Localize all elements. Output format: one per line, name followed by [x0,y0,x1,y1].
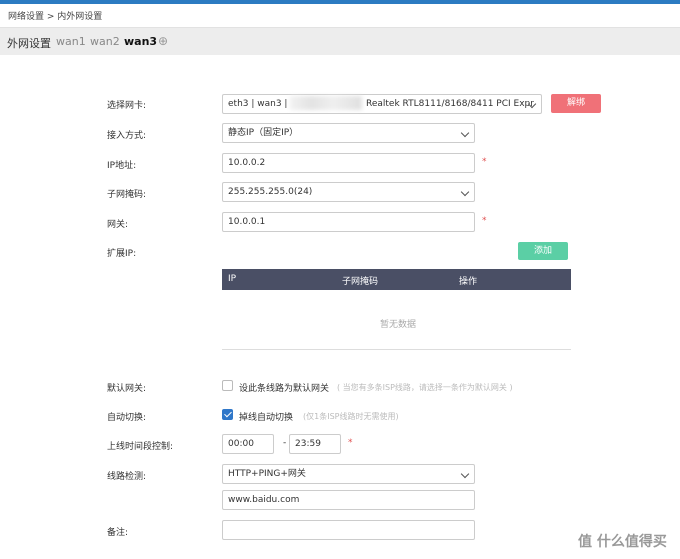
top-accent-bar [0,0,680,4]
breadcrumb: 网络设置 > 内外网设置 [8,12,103,22]
tab-title: 外网设置 [7,37,51,50]
required-mark: * [482,216,487,226]
ext-ip-label: 扩展IP: [107,249,137,259]
watermark-text: 值 什么值得买 [578,534,667,550]
ip-label: IP地址: [107,161,137,171]
nic-label: 选择网卡: [107,101,147,111]
end-time-input[interactable]: 23:59 [289,434,341,454]
tab-wan2[interactable]: wan2 [90,35,120,48]
nic-value-suffix: Realtek RTL8111/8168/8411 PCI Expr [366,99,534,109]
tab-wan1[interactable]: wan1 [56,35,86,48]
auto-switch-label: 自动切换: [107,413,147,423]
column-ip: IP [228,274,237,284]
tab-bar: 外网设置 wan1 wan2 wan3 ⊕ [0,27,680,55]
mask-value: 255.255.255.0(24) [228,187,313,197]
gateway-input[interactable]: 10.0.0.1 [222,212,475,232]
required-mark: * [348,438,353,448]
tab-wan3[interactable]: wan3 [124,35,157,48]
column-action: 操作 [459,277,478,287]
online-time-label: 上线时间段控制: [107,442,174,452]
mask-select[interactable]: 255.255.255.0(24) [222,182,475,202]
auto-switch-checkbox-label: 掉线自动切换 [239,413,294,423]
time-separator: - [283,438,287,448]
empty-table-text: 暂无数据 [380,320,417,330]
chevron-down-icon [460,469,470,479]
redacted-mask [290,96,362,110]
default-gateway-checkbox[interactable] [222,380,233,391]
note-label: 备注: [107,528,129,538]
ext-ip-table-header: IP 子网掩码 操作 [222,269,571,290]
line-check-value: HTTP+PING+网关 [228,469,306,479]
chevron-down-icon [460,128,470,138]
nic-select[interactable]: eth3 | wan3 | Realtek RTL8111/8168/8411 … [222,94,542,114]
add-ext-ip-button[interactable]: 添加 [518,242,568,260]
mask-label: 子网掩码: [107,190,147,200]
auto-switch-checkbox[interactable] [222,409,233,420]
chevron-down-icon [460,187,470,197]
nic-value-prefix: eth3 | wan3 | [228,99,288,109]
default-gateway-hint: ( 当您有多条ISP线路，请选择一条作为默认网关 ) [337,383,513,392]
access-value: 静态IP（固定IP） [228,128,299,138]
default-gateway-checkbox-label: 设此条线路为默认网关 [239,384,330,394]
check-host-input[interactable]: www.baidu.com [222,490,475,510]
add-tab-icon[interactable]: ⊕ [158,34,168,48]
line-check-label: 线路检测: [107,472,147,482]
note-input[interactable] [222,520,475,540]
gateway-label: 网关: [107,220,129,230]
auto-switch-hint: (仅1条ISP线路时无需使用) [303,412,399,421]
access-select[interactable]: 静态IP（固定IP） [222,123,475,143]
ip-input[interactable]: 10.0.0.2 [222,153,475,173]
column-mask: 子网掩码 [342,277,379,287]
required-mark: * [482,157,487,167]
default-gateway-label: 默认网关: [107,384,147,394]
unbind-button[interactable]: 解绑 [551,94,601,113]
divider [222,349,571,350]
access-label: 接入方式: [107,131,147,141]
line-check-select[interactable]: HTTP+PING+网关 [222,464,475,484]
start-time-input[interactable]: 00:00 [222,434,274,454]
